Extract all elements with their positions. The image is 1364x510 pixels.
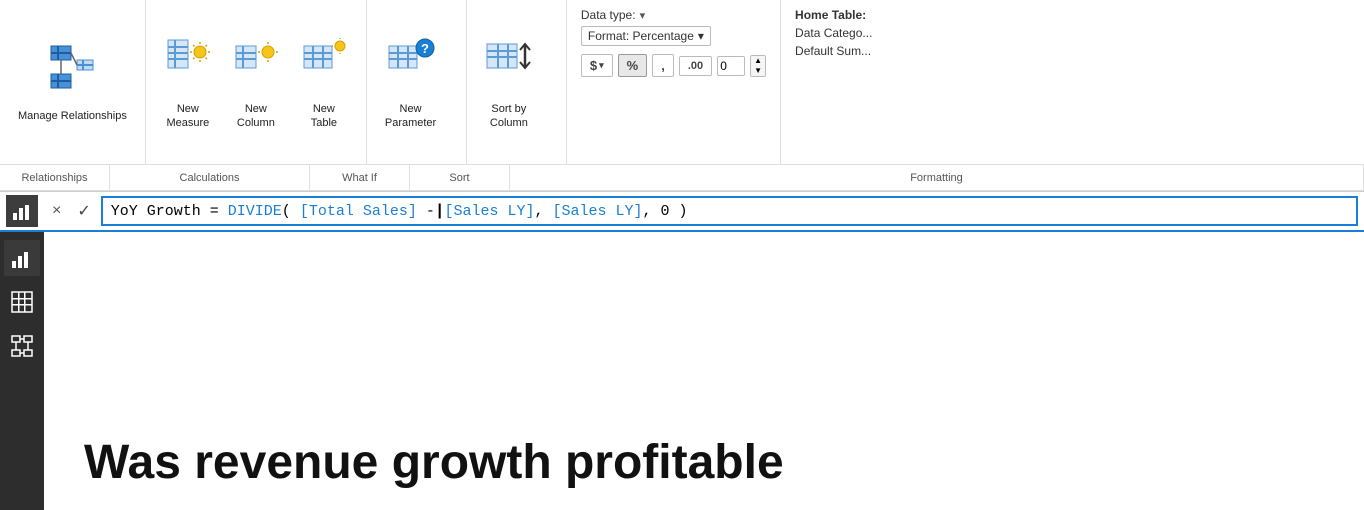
data-type-label: Data type: — [581, 8, 636, 22]
whatif-section: ? NewParameter — [367, 0, 467, 164]
data-type-row: Data type: ▾ — [581, 8, 766, 22]
column-icon — [232, 34, 280, 98]
data-type-dropdown-arrow: ▾ — [640, 9, 646, 22]
sidebar-item-model[interactable] — [4, 328, 40, 364]
calculations-section: NewMeasure — [146, 0, 367, 164]
sort-section-label: Sort — [410, 165, 510, 190]
main-content: Was revenue growth profitable — [44, 232, 1364, 510]
whatif-section-label: What If — [310, 165, 410, 190]
home-table-label: Home Table: — [795, 8, 947, 22]
sidebar — [0, 232, 44, 510]
formula-divide-func: DIVIDE — [228, 203, 282, 220]
bar-chart-icon — [6, 195, 38, 227]
default-sum-label: Default Sum... — [795, 44, 947, 58]
new-parameter-label: NewParameter — [385, 102, 436, 131]
formula-sales-ly-2: [Sales LY] — [553, 203, 643, 220]
formula-bar: × ✓ YoY Growth = DIVIDE( [Total Sales] -… — [0, 192, 1364, 232]
new-column-button[interactable]: NewColumn — [224, 8, 288, 156]
manage-relationships-label: Manage Relationships — [18, 109, 127, 123]
relationships-section: Manage Relationships — [0, 0, 146, 164]
new-measure-button[interactable]: NewMeasure — [156, 8, 220, 156]
decimal-button[interactable]: .00 — [679, 56, 712, 76]
spinner-up[interactable]: ▲ — [751, 56, 765, 66]
formula-input[interactable]: YoY Growth = DIVIDE( [Total Sales] -|[Sa… — [101, 196, 1358, 226]
home-table-section: Home Table: Data Catego... Default Sum..… — [781, 0, 961, 164]
format-controls-row: $ ▾ % , .00 ▲ ▼ — [581, 54, 766, 77]
manage-relationships-button[interactable]: Manage Relationships — [10, 8, 135, 156]
formula-end: , 0 ) — [643, 203, 688, 220]
format-row: Format: Percentage ▾ — [581, 26, 766, 46]
calculations-section-label: Calculations — [110, 165, 310, 190]
sort-icon — [485, 34, 533, 98]
new-parameter-button[interactable]: ? NewParameter — [377, 8, 444, 156]
format-dropdown[interactable]: Format: Percentage ▾ — [581, 26, 711, 46]
ribbon-main-row: Manage Relationships — [0, 0, 1364, 165]
sort-by-column-button[interactable]: Sort byColumn — [477, 8, 541, 156]
sort-by-column-label: Sort byColumn — [490, 102, 528, 131]
decimal-label: .00 — [688, 60, 703, 72]
content-area: Was revenue growth profitable — [0, 232, 1364, 510]
percent-symbol: % — [627, 58, 639, 73]
format-dropdown-chevron: ▾ — [698, 29, 704, 43]
comma-button[interactable]: , — [652, 54, 674, 77]
format-label: Format: Percentage — [588, 29, 694, 43]
cancel-button[interactable]: × — [46, 200, 67, 222]
formula-sales-ly-1: [Sales LY] — [444, 203, 534, 220]
confirm-button[interactable]: ✓ — [71, 199, 96, 223]
currency-symbol: $ — [590, 58, 597, 73]
new-column-label: NewColumn — [237, 102, 275, 131]
main-title: Was revenue growth profitable — [84, 437, 784, 490]
manage-rel-icon — [48, 41, 96, 105]
formula-comma: , — [534, 203, 552, 220]
formatting-section-label: Formatting — [510, 165, 1364, 190]
formula-prefix: YoY Growth = — [111, 203, 228, 220]
table-icon — [300, 34, 348, 98]
spinner-down[interactable]: ▼ — [751, 66, 765, 76]
currency-button[interactable]: $ ▾ — [581, 54, 613, 77]
relationships-section-label: Relationships — [0, 165, 110, 190]
decimal-spinner[interactable]: ▲ ▼ — [750, 55, 766, 77]
new-table-label: NewTable — [311, 102, 337, 131]
formatting-section: Data type: ▾ Format: Percentage ▾ $ ▾ % … — [567, 0, 781, 164]
data-category-label: Data Catego... — [795, 26, 947, 40]
decimal-places-input[interactable] — [717, 56, 745, 76]
new-table-button[interactable]: NewTable — [292, 8, 356, 156]
ribbon-label-row: Relationships Calculations What If Sort … — [0, 165, 1364, 191]
sort-section: Sort byColumn — [467, 0, 567, 164]
sidebar-item-data[interactable] — [4, 284, 40, 320]
formula-minus: - — [417, 203, 435, 220]
formula-paren1: ( — [282, 203, 300, 220]
ribbon: Manage Relationships — [0, 0, 1364, 192]
formula-total-sales: [Total Sales] — [300, 203, 417, 220]
new-measure-label: NewMeasure — [166, 102, 209, 131]
currency-arrow: ▾ — [599, 60, 604, 71]
percent-button[interactable]: % — [618, 54, 648, 77]
svg-text:?: ? — [421, 41, 429, 56]
param-icon: ? — [387, 34, 435, 98]
measure-icon — [164, 34, 212, 98]
comma-symbol: , — [661, 58, 665, 73]
sidebar-item-report[interactable] — [4, 240, 40, 276]
